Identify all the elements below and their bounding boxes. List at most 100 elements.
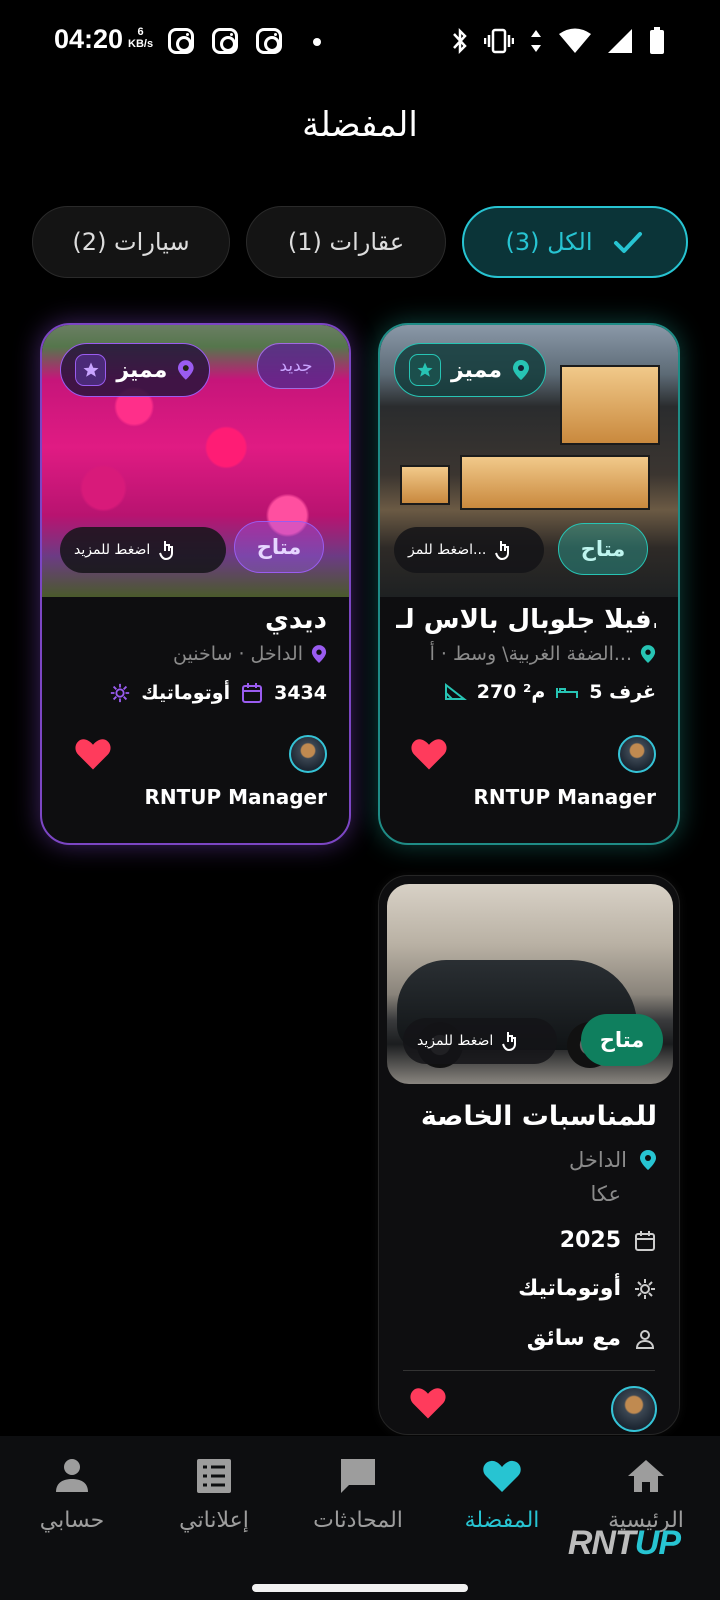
listing-image: جديد مميز اضغط للمزيد متاح — [42, 325, 349, 597]
favorite-heart-icon[interactable] — [409, 1386, 447, 1420]
nav-item-favorites[interactable]: المفضلة — [430, 1454, 574, 1533]
location-pin-icon — [640, 1150, 656, 1170]
vibrate-icon — [484, 28, 514, 54]
status-time: 04:20 — [54, 24, 124, 54]
tap-more-button[interactable]: اضغط للمزيد — [403, 1018, 557, 1064]
nav-label-chats: المحادثات — [313, 1508, 403, 1533]
featured-badge: مميز — [60, 343, 210, 397]
availability-badge: متاح — [558, 523, 648, 575]
touch-icon — [495, 541, 510, 561]
listing-transmission: أوتوماتيك — [518, 1276, 657, 1301]
listing-location: الضفة الغربية\ وسط · أ... — [430, 643, 656, 665]
signal-icon — [608, 29, 632, 53]
listing-year: 2025 — [560, 1228, 657, 1253]
network-speed-unit: KB/s — [128, 38, 154, 50]
listing-location-text: الداخل · ساخنين — [173, 643, 303, 665]
availability-badge: متاح — [234, 521, 324, 573]
nav-label-my-ads: إعلاناتي — [179, 1508, 249, 1533]
tap-more-button[interactable]: اضغط للمز... — [394, 527, 544, 573]
nav-item-chats[interactable]: المحادثات — [286, 1454, 430, 1533]
data-arrows-icon — [531, 30, 541, 52]
wifi-icon — [559, 28, 591, 53]
gear-icon — [111, 683, 130, 703]
favorite-heart-icon[interactable] — [410, 737, 448, 771]
star-icon — [409, 354, 441, 386]
watermark-part-b: UP — [634, 1524, 681, 1562]
listing-region: الداخل — [569, 1148, 657, 1172]
chat-icon — [341, 1459, 375, 1493]
filter-chip-real-estate[interactable]: عقارات (1) — [246, 206, 446, 278]
home-icon — [628, 1460, 664, 1492]
page-title: المفضلة — [302, 105, 418, 145]
instagram-icon — [212, 28, 238, 54]
gear-icon — [635, 1278, 655, 1299]
calendar-icon — [242, 683, 263, 703]
filter-chip-all[interactable]: الكل (3) — [462, 206, 688, 278]
divider — [403, 1370, 655, 1371]
owner-name: RNTUP Manager — [144, 785, 327, 809]
tap-more-label: اضغط للمزيد — [417, 1033, 494, 1049]
listing-image: اضغط للمزيد متاح — [387, 884, 673, 1084]
favorite-heart-icon[interactable] — [74, 737, 112, 771]
home-indicator[interactable] — [252, 1584, 468, 1592]
owner-name: RNTUP Manager — [473, 785, 656, 809]
listing-city: عكا — [590, 1182, 621, 1206]
listing-driver: مع سائق — [527, 1326, 657, 1351]
bed-icon — [556, 688, 579, 698]
filter-chip-all-label: الكل (3) — [505, 228, 593, 256]
nav-item-account[interactable]: حسابي — [0, 1454, 144, 1533]
calendar-icon — [635, 1230, 655, 1251]
nav-item-home[interactable]: الرئيسية — [574, 1454, 718, 1533]
listing-title: ديدي — [265, 605, 327, 635]
brand-watermark: RNTUP — [568, 1524, 681, 1563]
instagram-icon — [168, 28, 194, 54]
filter-chips: سيارات (2) عقارات (1) الكل (3) — [32, 206, 688, 278]
owner-avatar — [611, 1386, 657, 1432]
tap-more-label: اضغط للمز... — [408, 542, 487, 558]
featured-badge: مميز — [394, 343, 546, 397]
filter-chip-cars[interactable]: سيارات (2) — [32, 206, 230, 278]
status-bar: 04:20 6 KB/s — [0, 0, 720, 84]
favorite-card-didi[interactable]: جديد مميز اضغط للمزيد متاح ديدي الداخل ·… — [40, 323, 351, 845]
touch-icon — [159, 541, 174, 561]
year-value: 3434 — [274, 682, 327, 704]
area-ruler-icon — [444, 682, 467, 700]
availability-label: متاح — [599, 1028, 645, 1052]
bluetooth-icon — [453, 27, 467, 55]
owner-avatar — [289, 735, 327, 773]
bottom-navigation: الرئيسية المفضلة المحادثات إعلاناتي حساب… — [0, 1436, 720, 1600]
tap-more-label: اضغط للمزيد — [74, 542, 151, 558]
transmission-value: أوتوماتيك — [518, 1276, 621, 1301]
transmission-value: أوتوماتيك — [141, 682, 231, 704]
instagram-icon — [256, 28, 282, 54]
favorite-card-car[interactable]: اضغط للمزيد متاح للمناسبات الخاصة الداخل… — [378, 875, 680, 1435]
location-pin-icon — [178, 360, 195, 380]
region-text: الداخل — [569, 1148, 627, 1172]
new-badge: جديد — [257, 343, 335, 389]
owner-avatar — [618, 735, 656, 773]
listing-title: فيلا جلوبال بالاس لـ... — [396, 605, 656, 635]
person-icon — [635, 1329, 655, 1349]
checkmark-icon — [613, 232, 642, 253]
area-value: 270 م² — [476, 681, 546, 703]
network-speed: 6 KB/s — [128, 26, 153, 50]
favorite-card-villa[interactable]: مميز اضغط للمز... متاح فيلا جلوبال بالاس… — [378, 323, 680, 845]
nav-item-my-ads[interactable]: إعلاناتي — [142, 1454, 286, 1533]
rooms-value: 5 غرف — [589, 681, 656, 703]
availability-label: متاح — [580, 537, 626, 561]
nav-label-account: حسابي — [39, 1508, 105, 1533]
list-icon — [197, 1459, 231, 1493]
driver-value: مع سائق — [526, 1326, 621, 1351]
year-value: 2025 — [559, 1228, 621, 1253]
new-label: جديد — [279, 356, 313, 376]
location-pin-icon — [513, 360, 530, 380]
listing-image: مميز اضغط للمز... متاح — [380, 325, 678, 597]
availability-label: متاح — [256, 535, 302, 559]
person-icon — [56, 1459, 88, 1492]
notification-dot-icon — [313, 38, 321, 46]
listing-location: الداخل · ساخنين — [173, 643, 327, 665]
location-pin-icon — [311, 645, 327, 663]
listing-title: للمناسبات الخاصة — [420, 1101, 657, 1132]
heart-icon — [483, 1460, 521, 1492]
tap-more-button[interactable]: اضغط للمزيد — [60, 527, 226, 573]
